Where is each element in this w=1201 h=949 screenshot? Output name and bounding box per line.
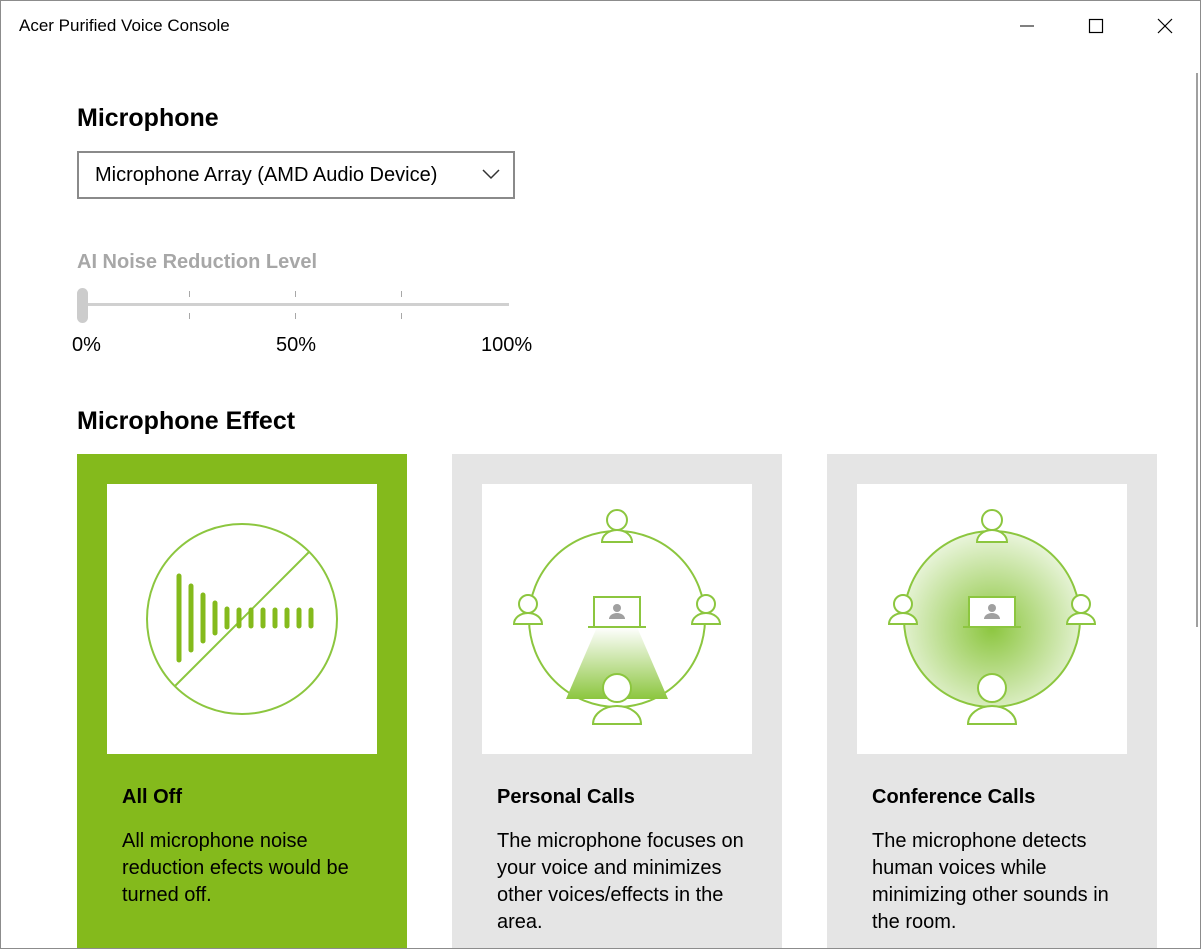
card-title: Personal Calls [497, 786, 635, 808]
title-bar[interactable]: Acer Purified Voice Console [1, 1, 1200, 51]
effect-card-all-off[interactable]: All Off All microphone noise reduction e… [77, 454, 407, 948]
effect-card-personal-calls[interactable]: Personal Calls The microphone focuses on… [452, 454, 782, 948]
close-button[interactable] [1131, 1, 1199, 51]
noise-reduction-label: AI Noise Reduction Level [77, 251, 318, 273]
app-window: Acer Purified Voice Console Microphone M… [0, 0, 1201, 949]
slider-thumb[interactable] [77, 288, 88, 323]
tick-label-max: 100% [481, 334, 533, 356]
card-description: All microphone noise reduction efects wo… [122, 830, 349, 906]
card-title: Conference Calls [872, 786, 1036, 808]
card-description: The microphone detects human voices whil… [872, 830, 1109, 933]
tick-label-mid: 50% [276, 334, 317, 356]
card-illustration [107, 484, 377, 754]
close-icon [1157, 18, 1173, 34]
slider-tick [401, 291, 402, 319]
microphone-effect-heading: Microphone Effect [77, 407, 296, 435]
maximize-button[interactable] [1062, 1, 1130, 51]
card-illustration [482, 484, 752, 754]
personal-call-icon [512, 509, 722, 725]
conference-call-icon [887, 509, 1097, 725]
tick-label-min: 0% [72, 334, 101, 356]
microphone-device-select[interactable]: Microphone Array (AMD Audio Device) [77, 151, 515, 199]
maximize-icon [1088, 18, 1104, 34]
chevron-down-icon [482, 169, 500, 180]
slider-tick [189, 291, 190, 319]
slider-tick [295, 291, 296, 319]
card-title: All Off [122, 786, 182, 808]
scrollbar[interactable] [1196, 73, 1198, 627]
window-title: Acer Purified Voice Console [19, 16, 230, 35]
minimize-icon [1020, 25, 1034, 27]
microphone-heading: Microphone [77, 104, 219, 132]
selected-device: Microphone Array (AMD Audio Device) [95, 164, 438, 186]
card-description: The microphone focuses on your voice and… [497, 830, 744, 933]
effect-card-conference-calls[interactable]: Conference Calls The microphone detects … [827, 454, 1157, 948]
card-illustration [857, 484, 1127, 754]
minimize-button[interactable] [993, 1, 1061, 51]
mute-waveform-icon [146, 523, 338, 715]
